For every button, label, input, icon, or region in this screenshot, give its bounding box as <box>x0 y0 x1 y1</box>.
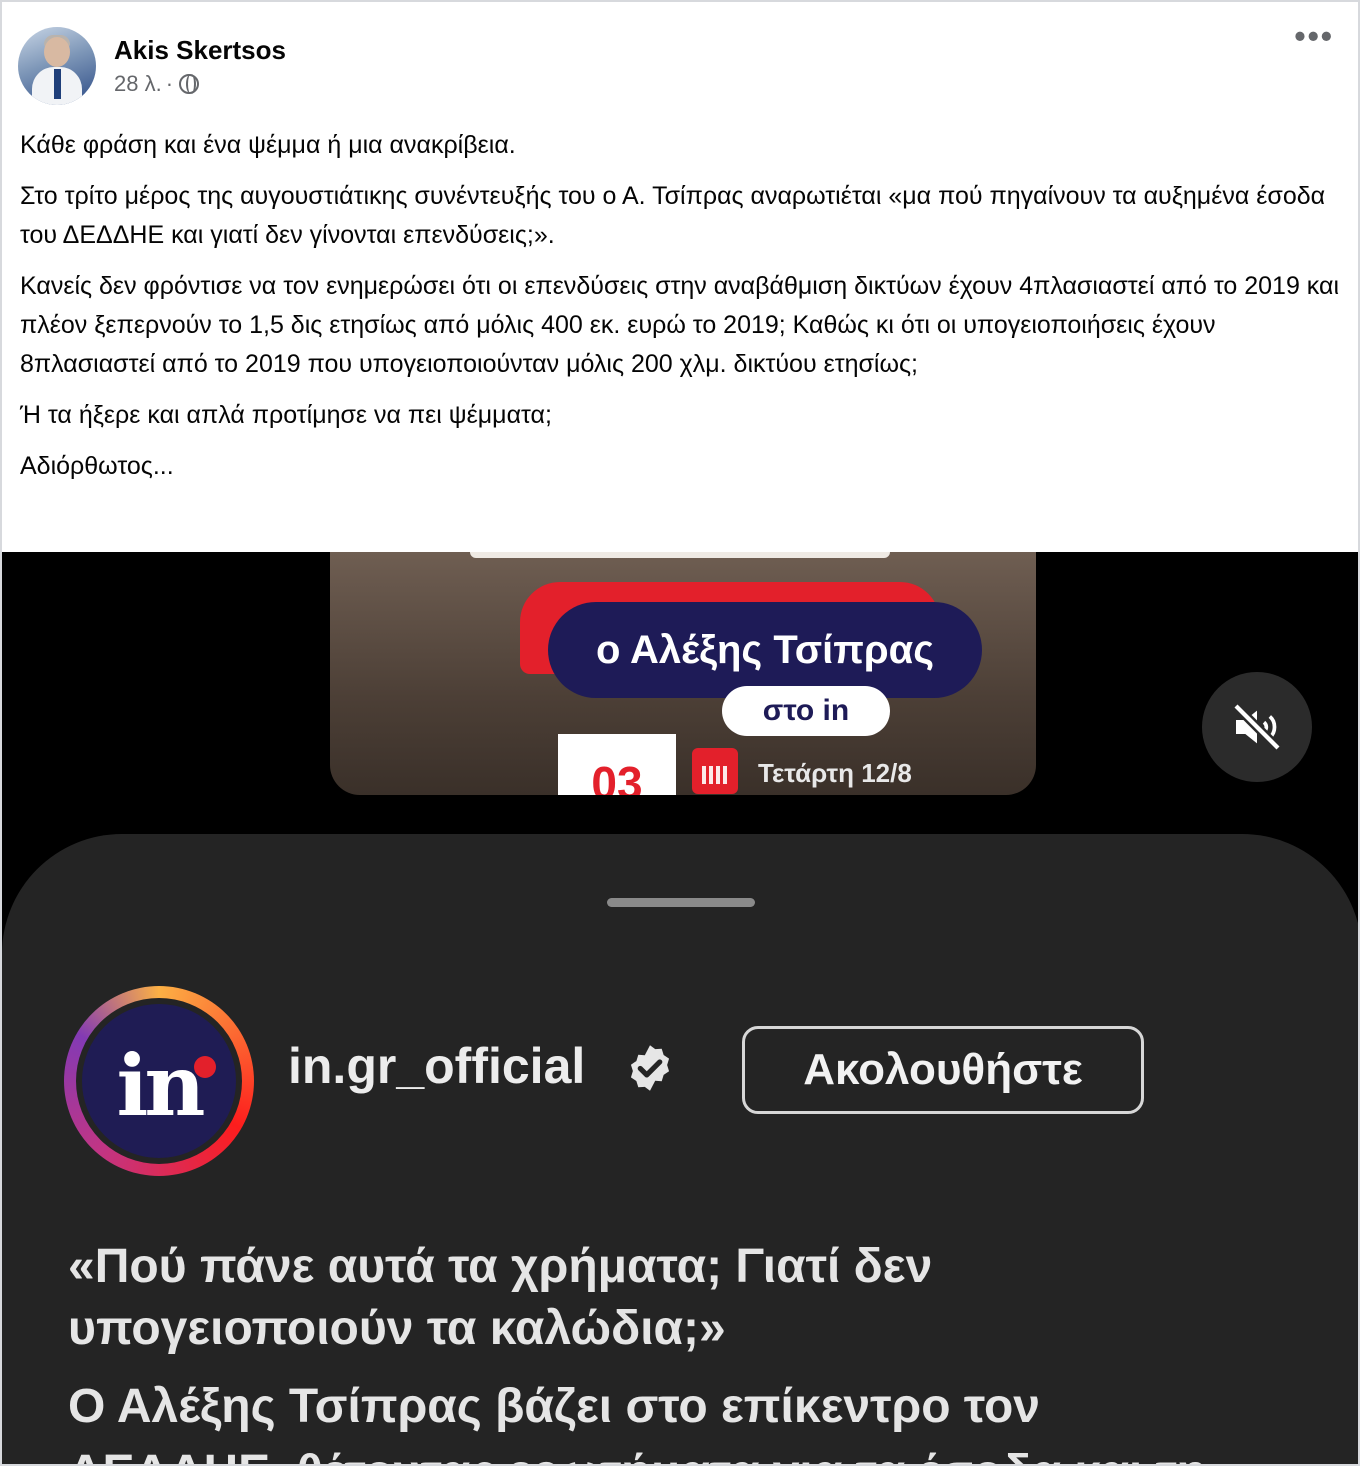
logo-text: in <box>116 1035 206 1135</box>
thumbnail-strip <box>470 552 890 558</box>
post-paragraph: Κανείς δεν φρόντισε να τον ενημερώσει ότ… <box>20 272 1340 378</box>
author-name[interactable]: Akis Skertsos <box>114 34 286 66</box>
globe-icon[interactable] <box>179 74 200 94</box>
post-paragraph: Στο τρίτο μέρος της αυγουστιάτικης συνέν… <box>20 182 1326 249</box>
sheet-grab-handle[interactable] <box>607 898 755 907</box>
muted-speaker-icon <box>1232 702 1282 752</box>
avatar[interactable] <box>18 27 96 105</box>
post-meta: 28 λ. · <box>114 70 286 98</box>
caption-body: Ο Αλέξης Τσίπρας βάζει στο επίκεντρο τον… <box>68 1374 1308 1464</box>
more-options-button[interactable]: ••• <box>1294 20 1334 52</box>
post-text: Κάθε φράση και ένα ψέμμα ή μια ανακρίβει… <box>20 126 1340 498</box>
post-paragraph: Ή τα ήξερε και απλά προτίμησε να πει ψέμ… <box>20 401 552 429</box>
meta-separator: · <box>165 71 174 96</box>
verified-badge-icon <box>630 1045 670 1091</box>
author-block: Akis Skertsos 28 λ. · <box>114 34 286 98</box>
follow-button[interactable]: Ακολουθήστε <box>742 1026 1144 1114</box>
logo-dot <box>194 1056 216 1078</box>
caption-line: ΔΕΔΔΗΕ, θέτοντας ερωτήματα για τα έσοδα … <box>68 1440 1308 1464</box>
video-subline: στο in <box>722 686 890 736</box>
video-date: Τετάρτη 12/8 <box>758 758 912 788</box>
post-media[interactable]: ο Αλέξης Τσίπρας στο in 03 Τετάρτη 12/8 … <box>2 552 1358 1464</box>
calendar-icon <box>692 748 738 794</box>
caption-quote: «Πού πάνε αυτά τα χρήματα; Γιατί δεν υπο… <box>68 1240 933 1355</box>
episode-number: 03 <box>558 734 676 795</box>
post-time[interactable]: 28 λ. <box>114 70 162 98</box>
mute-button[interactable] <box>1202 672 1312 782</box>
post-header: Akis Skertsos 28 λ. · <box>18 26 1342 106</box>
video-headline: ο Αλέξης Τσίπρας <box>548 602 982 698</box>
post-paragraph: Κάθε φράση και ένα ψέμμα ή μια ανακρίβει… <box>20 131 516 159</box>
instagram-sheet: in in.gr_official Ακολουθήστε «Πού πάνε … <box>2 834 1358 1464</box>
caption-line: Ο Αλέξης Τσίπρας βάζει στο επίκεντρο τον <box>68 1380 1040 1433</box>
in-gr-logo[interactable]: in <box>76 998 242 1164</box>
account-username[interactable]: in.gr_official <box>288 1036 585 1096</box>
facebook-post: Akis Skertsos 28 λ. · ••• Κάθε φράση και… <box>0 0 1360 1466</box>
post-paragraph: Αδιόρθωτος... <box>20 452 174 480</box>
video-thumbnail[interactable]: ο Αλέξης Τσίπρας στο in 03 Τετάρτη 12/8 <box>330 552 1036 795</box>
